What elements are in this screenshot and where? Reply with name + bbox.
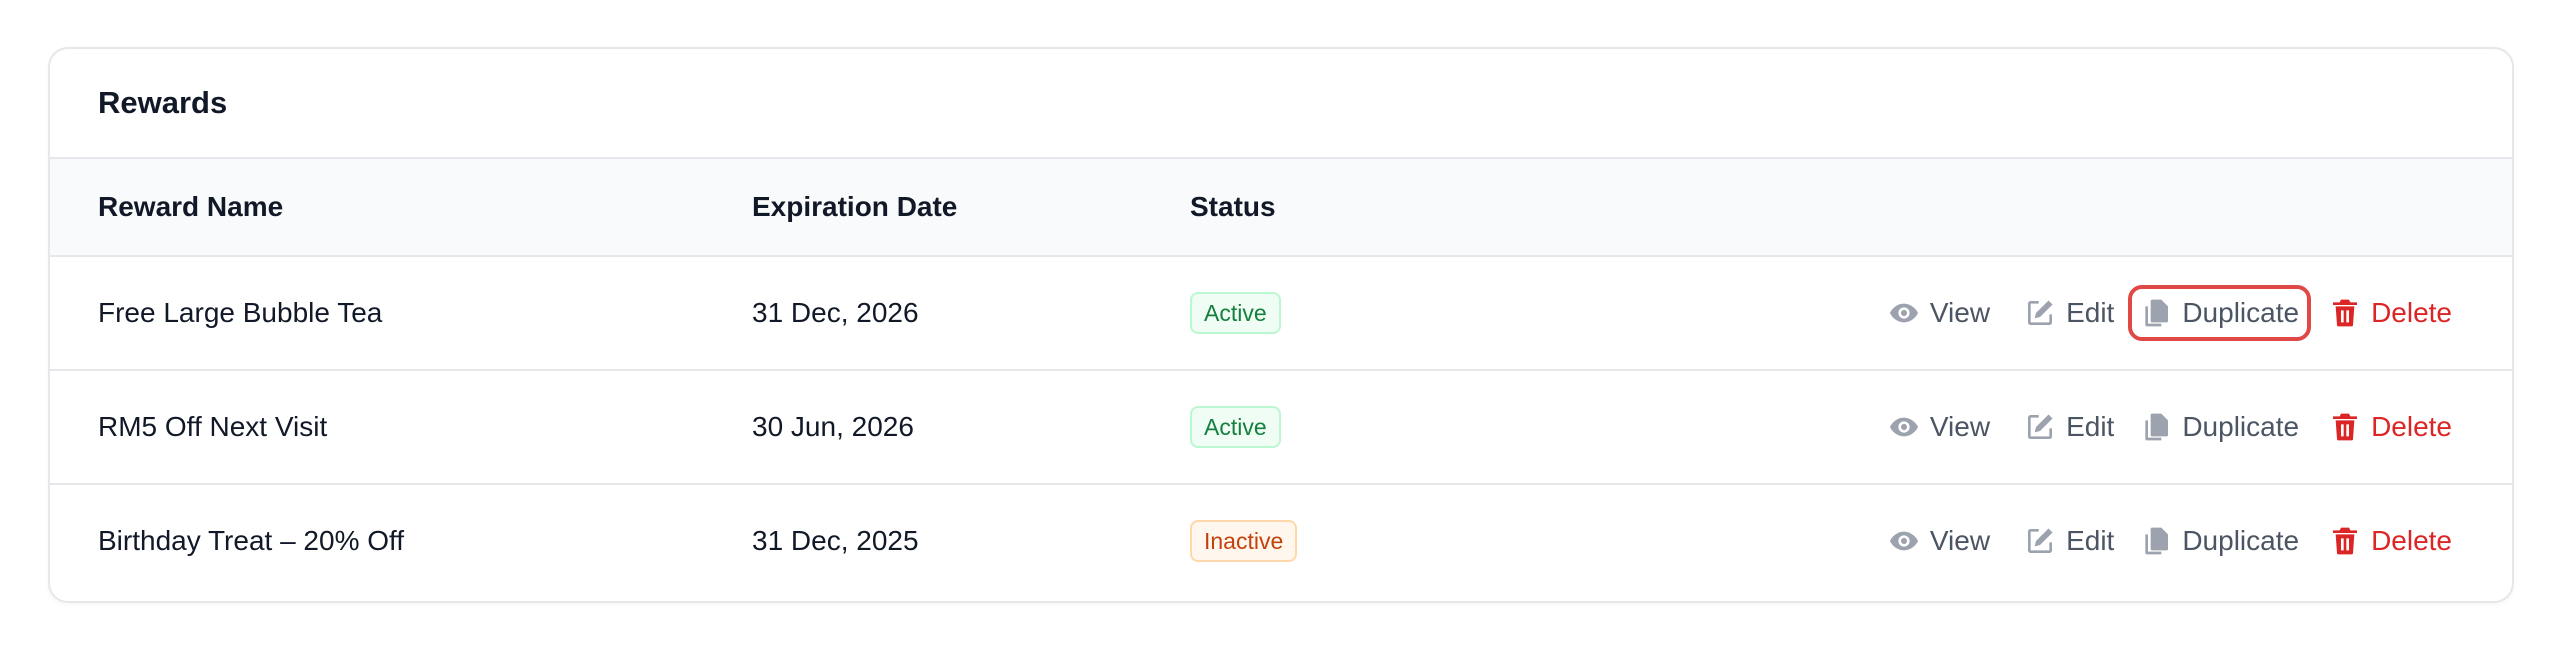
table-row: Free Large Bubble Tea 31 Dec, 2026 Activ…: [50, 257, 2512, 371]
card-header: Rewards: [50, 49, 2512, 159]
status-badge: Inactive: [1190, 520, 1298, 562]
delete-label: Delete: [2371, 297, 2452, 328]
view-button[interactable]: View: [1876, 285, 2002, 341]
table-row: RM5 Off Next Visit 30 Jun, 2026 Active V…: [50, 371, 2512, 485]
eye-icon: [1888, 411, 1920, 443]
duplicate-label: Duplicate: [2182, 411, 2300, 442]
delete-label: Delete: [2371, 411, 2452, 442]
status-cell: Active: [1190, 371, 1281, 483]
duplicate-button[interactable]: Duplicate: [2128, 399, 2311, 455]
reward-name: Free Large Bubble Tea: [98, 297, 383, 328]
edit-button[interactable]: Edit: [2012, 399, 2126, 455]
duplicate-button[interactable]: Duplicate: [2128, 285, 2312, 341]
status-cell: Inactive: [1190, 485, 1298, 597]
view-label: View: [1929, 297, 1991, 328]
reward-name: Birthday Treat – 20% Off: [98, 525, 405, 556]
eye-icon: [1888, 525, 1920, 557]
edit-icon: [2024, 297, 2056, 329]
duplicate-button[interactable]: Duplicate: [2128, 513, 2311, 569]
card-title: Rewards: [98, 85, 228, 120]
status-cell: Active: [1190, 257, 1281, 369]
edit-label: Edit: [2066, 525, 2115, 556]
edit-label: Edit: [2066, 411, 2115, 442]
trash-icon: [2329, 525, 2361, 557]
view-button[interactable]: View: [1876, 399, 2002, 455]
edit-label: Edit: [2066, 297, 2115, 328]
delete-button[interactable]: Delete: [2317, 513, 2464, 569]
trash-icon: [2329, 411, 2361, 443]
row-actions: View Edit Duplicate Delete: [1876, 257, 2464, 369]
rewards-card: Rewards Reward Name Expiration Date Stat…: [48, 47, 2514, 603]
table-header: Reward Name Expiration Date Status: [50, 159, 2512, 257]
expiration-date: 30 Jun, 2026: [752, 411, 914, 442]
column-header-expiration-date: Expiration Date: [752, 191, 958, 222]
edit-button[interactable]: Edit: [2012, 285, 2126, 341]
copy-icon: [2140, 297, 2172, 329]
delete-button[interactable]: Delete: [2317, 399, 2464, 455]
eye-icon: [1888, 297, 1920, 329]
expiration-date: 31 Dec, 2026: [752, 297, 919, 328]
delete-button[interactable]: Delete: [2317, 285, 2464, 341]
edit-button[interactable]: Edit: [2012, 513, 2126, 569]
delete-label: Delete: [2371, 525, 2452, 556]
reward-name: RM5 Off Next Visit: [98, 411, 328, 442]
edit-icon: [2024, 411, 2056, 443]
table-row: Birthday Treat – 20% Off 31 Dec, 2025 In…: [50, 485, 2512, 599]
status-badge: Active: [1190, 406, 1281, 448]
column-header-status: Status: [1190, 191, 1276, 222]
row-actions: View Edit Duplicate Delete: [1876, 371, 2464, 483]
view-label: View: [1929, 411, 1991, 442]
edit-icon: [2024, 525, 2056, 557]
status-badge: Active: [1190, 292, 1281, 334]
copy-icon: [2140, 525, 2172, 557]
column-header-reward-name: Reward Name: [98, 191, 284, 222]
view-label: View: [1929, 525, 1991, 556]
expiration-date: 31 Dec, 2025: [752, 525, 919, 556]
duplicate-label: Duplicate: [2182, 525, 2300, 556]
copy-icon: [2140, 411, 2172, 443]
duplicate-label: Duplicate: [2182, 297, 2300, 328]
trash-icon: [2329, 297, 2361, 329]
view-button[interactable]: View: [1876, 513, 2002, 569]
row-actions: View Edit Duplicate Delete: [1876, 485, 2464, 597]
